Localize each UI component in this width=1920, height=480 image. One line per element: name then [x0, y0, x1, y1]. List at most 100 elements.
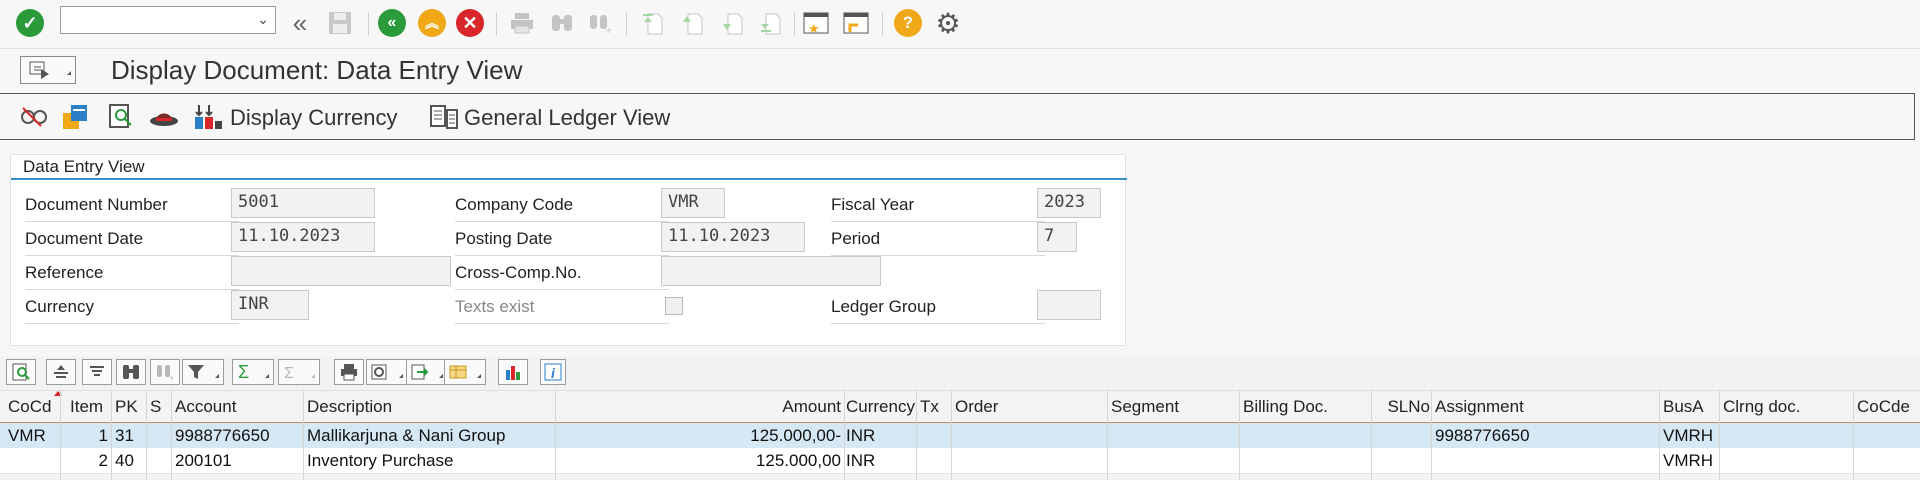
first-page-icon[interactable] — [636, 7, 668, 39]
views-icon[interactable] — [366, 359, 408, 385]
subtotal-icon[interactable]: Σ — [278, 359, 320, 385]
find-icon[interactable] — [546, 7, 578, 39]
col-account-header[interactable]: Account — [175, 397, 236, 417]
col-description-header[interactable]: Description — [307, 397, 392, 417]
svg-text:Σ: Σ — [284, 365, 294, 382]
cell-amount: 125.000,00 — [755, 451, 841, 470]
company-code-label: Company Code — [455, 195, 574, 214]
separator — [626, 13, 627, 35]
help-icon[interactable]: ? — [892, 7, 924, 39]
table-row[interactable]: VMR 1 31 9988776650 Mallikarjuna & Nani … — [0, 422, 1920, 449]
general-ledger-view-icon[interactable] — [428, 102, 460, 132]
col-assignment-header[interactable]: Assignment — [1435, 397, 1524, 417]
col-item-header[interactable]: Item — [70, 397, 103, 417]
document-date-field[interactable]: 11.10.2023 — [231, 222, 375, 252]
column-divider — [1719, 390, 1720, 480]
cell-description: Mallikarjuna & Nani Group — [307, 426, 506, 445]
fiscal-year-field[interactable]: 2023 — [1037, 188, 1101, 218]
print-icon[interactable] — [506, 7, 538, 39]
filter-icon[interactable] — [182, 359, 224, 385]
posting-date-field[interactable]: 11.10.2023 — [661, 222, 805, 252]
next-page-icon[interactable] — [716, 7, 748, 39]
period-field[interactable]: 7 — [1037, 222, 1077, 252]
col-billing-doc-header[interactable]: Billing Doc. — [1243, 397, 1328, 417]
table-row[interactable]: 2 40 200101 Inventory Purchase 125.000,0… — [0, 448, 1920, 474]
ledger-group-label: Ledger Group — [831, 297, 936, 316]
posting-date-label: Posting Date — [455, 229, 553, 248]
column-divider — [1371, 390, 1372, 480]
col-cocd-header[interactable]: CoCd — [8, 397, 51, 417]
cell-busa: VMRH — [1663, 451, 1714, 470]
application-toolbar: Display Currency General Ledger View — [0, 93, 1915, 140]
cell-account: 200101 — [175, 451, 232, 470]
chevron-down-icon[interactable]: ⌄ — [257, 11, 269, 28]
display-glasses-icon[interactable] — [18, 102, 50, 132]
create-shortcut-icon[interactable] — [840, 7, 872, 39]
col-currency-header[interactable]: Currency — [846, 397, 915, 417]
column-divider — [555, 390, 556, 480]
details-icon[interactable] — [6, 359, 36, 385]
texts-exist-label: Texts exist — [455, 297, 535, 316]
col-slno-header[interactable]: SLNo — [1375, 397, 1430, 417]
previous-page-icon[interactable] — [676, 7, 708, 39]
cancel-icon[interactable]: ✕ — [454, 7, 486, 39]
sort-ascending-icon[interactable] — [46, 359, 76, 385]
col-busa-header[interactable]: BusA — [1663, 397, 1704, 417]
column-divider — [1431, 390, 1432, 480]
label-underline — [455, 289, 669, 290]
cell-account: 9988776650 — [175, 426, 270, 445]
label-underline — [455, 255, 669, 256]
total-icon[interactable]: Σ — [232, 359, 274, 385]
reference-field[interactable] — [231, 256, 451, 286]
export-icon[interactable] — [406, 359, 448, 385]
cross-comp-field[interactable] — [661, 256, 881, 286]
print-icon[interactable] — [334, 359, 364, 385]
sort-descending-icon[interactable] — [82, 359, 112, 385]
document-number-field[interactable]: 5001 — [231, 188, 375, 218]
column-divider — [844, 390, 845, 480]
display-currency-button[interactable]: Display Currency — [230, 105, 398, 131]
group-title: Data Entry View — [23, 157, 145, 176]
col-order-header[interactable]: Order — [955, 397, 998, 417]
graphic-icon[interactable] — [498, 359, 528, 385]
reference-label: Reference — [25, 263, 104, 282]
create-session-icon[interactable]: ★ — [800, 7, 832, 39]
col-clrng-doc-header[interactable]: Clrng doc. — [1723, 397, 1800, 417]
texts-exist-checkbox[interactable] — [665, 297, 683, 315]
document-search-icon[interactable] — [106, 102, 138, 132]
menu-button[interactable] — [20, 56, 76, 84]
col-segment-header[interactable]: Segment — [1111, 397, 1179, 417]
col-cocde-header[interactable]: CoCde — [1857, 397, 1910, 417]
currency-field[interactable]: INR — [231, 290, 309, 320]
col-tx-header[interactable]: Tx — [920, 397, 939, 417]
find-next-icon[interactable]: + — [584, 7, 616, 39]
col-pk-header[interactable]: PK — [115, 397, 138, 417]
ledger-group-field[interactable] — [1037, 290, 1101, 320]
column-divider — [951, 390, 952, 480]
info-icon[interactable]: i — [540, 359, 566, 385]
cell-amount: 125.000,00- — [750, 426, 841, 445]
settings-icon[interactable]: ⚙ — [932, 7, 964, 39]
column-divider — [1853, 390, 1854, 480]
label-underline — [25, 255, 239, 256]
cell-assignment: 9988776650 — [1435, 426, 1530, 445]
separator — [368, 13, 369, 35]
col-amount-header[interactable]: Amount — [557, 397, 841, 417]
col-s-header[interactable]: S — [150, 397, 161, 417]
save-icon[interactable] — [324, 7, 356, 39]
last-page-icon[interactable] — [754, 7, 786, 39]
separator — [496, 13, 497, 35]
find-next-icon[interactable]: + — [150, 359, 180, 385]
hat-icon[interactable] — [148, 102, 180, 132]
back-green-icon[interactable]: « — [376, 7, 408, 39]
back-icon[interactable]: « — [284, 7, 316, 39]
general-ledger-view-button[interactable]: General Ledger View — [464, 105, 670, 131]
company-code-field[interactable]: VMR — [661, 188, 725, 218]
object-services-icon[interactable] — [60, 102, 92, 132]
display-currency-icon[interactable] — [192, 102, 224, 132]
enter-icon[interactable]: ✓ — [14, 7, 46, 39]
find-icon[interactable] — [116, 359, 146, 385]
layout-icon[interactable] — [444, 359, 486, 385]
command-field[interactable]: ⌄ — [60, 6, 276, 34]
exit-icon[interactable]: ︽ — [416, 7, 448, 39]
